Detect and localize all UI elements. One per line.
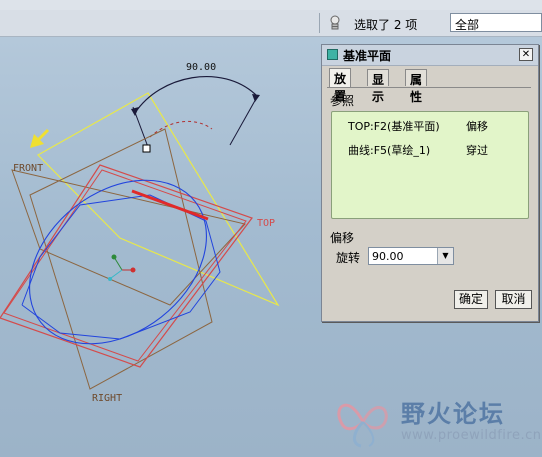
direction-arrow-icon — [30, 128, 50, 148]
close-icon[interactable]: ✕ — [519, 48, 533, 61]
tab-placement[interactable]: 放置 — [329, 68, 352, 103]
right-datum-plane — [29, 128, 213, 390]
dialog-title: 基准平面 — [343, 49, 392, 63]
rotation-value-combo[interactable]: 90.00 ▼ — [368, 247, 454, 265]
rotation-label: 旋转 — [336, 251, 361, 265]
references-label: 参照 — [330, 94, 355, 108]
angle-dimension-arc — [134, 75, 257, 114]
offset-label: 偏移 — [330, 231, 355, 245]
watermark-url: www.proewildfire.cn — [401, 428, 542, 443]
reference-constraint[interactable]: 偏移 — [466, 118, 488, 134]
selection-count-text: 选取了 2 项 — [354, 18, 418, 32]
ok-button[interactable]: 确定 — [454, 290, 488, 309]
reference-constraint[interactable]: 穿过 — [466, 142, 488, 158]
sketch-curve-polyline — [21, 194, 221, 340]
status-bar: 选取了 2 项 全部 — [0, 10, 542, 37]
csys-triad-icon — [108, 254, 136, 281]
bulb-icon[interactable] — [327, 13, 343, 33]
reference-name: 曲线:F5(草绘_1) — [348, 144, 431, 157]
chevron-down-icon[interactable]: ▼ — [437, 248, 453, 264]
rotation-value[interactable]: 90.00 — [372, 250, 404, 263]
forum-watermark: 野火论坛 www.proewildfire.cn — [329, 386, 542, 452]
tab-panel-divider — [327, 87, 531, 88]
tab-properties[interactable]: 属性 — [405, 69, 428, 104]
datum-plane-dialog: 基准平面 ✕ 放置 显示 属性 参照 TOP:F2(基准平面) 偏移 曲线:F5… — [321, 44, 539, 322]
reference-name: TOP:F2(基准平面) — [348, 120, 440, 133]
status-separator — [319, 13, 320, 33]
tab-display[interactable]: 显示 — [367, 69, 390, 104]
butterfly-logo-icon — [337, 403, 388, 448]
drag-handle — [142, 144, 151, 153]
reference-row[interactable]: 曲线:F5(草绘_1) 穿过 — [348, 142, 488, 158]
selection-filter-value: 全部 — [455, 18, 480, 32]
dimension-value-label[interactable]: 90.00 — [186, 62, 216, 73]
dialog-titlebar[interactable]: 基准平面 ✕ — [322, 45, 538, 66]
selection-filter-select[interactable]: 全部 — [450, 13, 542, 32]
watermark-title: 野火论坛 — [401, 400, 505, 428]
references-collector[interactable]: TOP:F2(基准平面) 偏移 曲线:F5(草绘_1) 穿过 — [331, 111, 529, 219]
front-plane-label: FRONT — [13, 163, 44, 174]
top-plane-label: TOP — [257, 218, 276, 229]
datum-plane-icon — [327, 49, 338, 60]
cancel-button[interactable]: 取消 — [495, 290, 532, 309]
right-plane-label: RIGHT — [92, 393, 123, 404]
selected-edge — [131, 189, 209, 221]
reference-row[interactable]: TOP:F2(基准平面) 偏移 — [348, 118, 488, 134]
